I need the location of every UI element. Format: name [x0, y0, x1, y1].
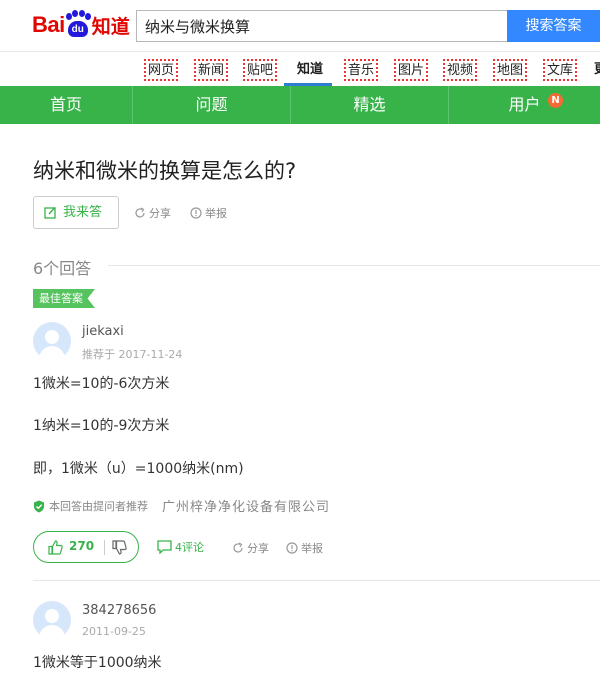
- edit-icon: [44, 207, 56, 219]
- thumbs-down-icon[interactable]: [112, 540, 127, 555]
- report-icon: [190, 207, 202, 219]
- menu-item-questions[interactable]: 问题: [133, 86, 290, 124]
- answer-line: 即，1微米（u）=1000纳米(nm): [33, 461, 244, 477]
- answers-count: 6个回答: [33, 259, 92, 278]
- answer-username[interactable]: 384278656: [82, 603, 156, 618]
- comments-link[interactable]: 4评论: [157, 539, 204, 555]
- report-label: 举报: [205, 207, 227, 220]
- share-icon: [135, 207, 145, 218]
- answer-share-link[interactable]: 分享: [232, 540, 269, 556]
- divider: [108, 265, 600, 266]
- nav-item-map[interactable]: 地图: [493, 59, 528, 81]
- shield-check-icon: [34, 500, 44, 512]
- answer-line: 1纳米=10的-9次方米: [33, 418, 170, 434]
- thumbs-up-icon[interactable]: [48, 540, 63, 555]
- answer-date: 2011-09-25: [82, 625, 146, 638]
- like-count: 270: [69, 539, 95, 553]
- nav-item-more[interactable]: 更: [592, 60, 600, 82]
- answer-username[interactable]: jiekaxi: [82, 324, 124, 339]
- answer-line: 1微米=10的-6次方米: [33, 376, 170, 392]
- main-menu: 首页 问题 精选 用户 N: [0, 86, 600, 124]
- company-link[interactable]: 广州梓净净化设备有限公司: [162, 496, 330, 515]
- recommend-note: 本回答由提问者推荐: [33, 498, 148, 514]
- report-icon: [286, 542, 298, 554]
- new-badge: N: [548, 93, 563, 108]
- question-title: 纳米和微米的换算是怎么的?: [33, 159, 297, 183]
- baidu-zhidao-logo[interactable]: Bai du 知道: [32, 8, 130, 42]
- answer-button[interactable]: 我来答: [33, 196, 119, 229]
- report-label: 举报: [301, 542, 323, 555]
- answer-line: 1微米等于1000纳米: [33, 655, 162, 671]
- best-answer-tag: 最佳答案: [33, 289, 95, 308]
- nav-item-web[interactable]: 网页: [144, 59, 179, 81]
- vote-divider: [104, 540, 105, 555]
- avatar[interactable]: [33, 322, 71, 360]
- paw-icon: du: [65, 10, 91, 38]
- share-icon: [233, 542, 243, 553]
- share-label: 分享: [149, 207, 171, 220]
- channel-nav: 网页 新闻 贴吧 知道 音乐 图片 视频 地图 文库 更: [0, 52, 600, 86]
- menu-item-users[interactable]: 用户: [449, 86, 600, 124]
- nav-item-tieba[interactable]: 贴吧: [243, 59, 278, 81]
- nav-item-video[interactable]: 视频: [443, 59, 478, 81]
- comments-label: 4评论: [175, 541, 204, 554]
- menu-item-home[interactable]: 首页: [0, 86, 132, 124]
- search-input[interactable]: [137, 11, 508, 41]
- share-link[interactable]: 分享: [134, 205, 171, 221]
- nav-item-wenku[interactable]: 文库: [543, 59, 578, 81]
- vote-box: 270: [33, 531, 139, 563]
- logo-bai: Bai: [32, 12, 65, 37]
- report-link[interactable]: 举报: [190, 205, 227, 221]
- header: Bai du 知道 搜索答案: [0, 0, 600, 52]
- answer-divider: [33, 580, 600, 581]
- answer-date: 推荐于 2017-11-24: [82, 348, 183, 361]
- logo-zhidao: 知道: [91, 15, 130, 38]
- search-box: [136, 10, 508, 42]
- recommend-label: 本回答由提问者推荐: [49, 500, 148, 513]
- avatar[interactable]: [33, 601, 71, 639]
- nav-item-images[interactable]: 图片: [394, 59, 429, 81]
- search-button[interactable]: 搜索答案: [507, 10, 600, 42]
- nav-item-music[interactable]: 音乐: [344, 59, 379, 81]
- share-label: 分享: [247, 542, 269, 555]
- comment-icon: [157, 540, 172, 554]
- nav-item-news[interactable]: 新闻: [194, 59, 229, 81]
- logo-du: du: [67, 21, 88, 37]
- answer-report-link[interactable]: 举报: [286, 540, 323, 556]
- menu-item-featured[interactable]: 精选: [291, 86, 448, 124]
- answer-button-label: 我来答: [63, 205, 103, 220]
- nav-item-zhidao[interactable]: 知道: [295, 60, 325, 82]
